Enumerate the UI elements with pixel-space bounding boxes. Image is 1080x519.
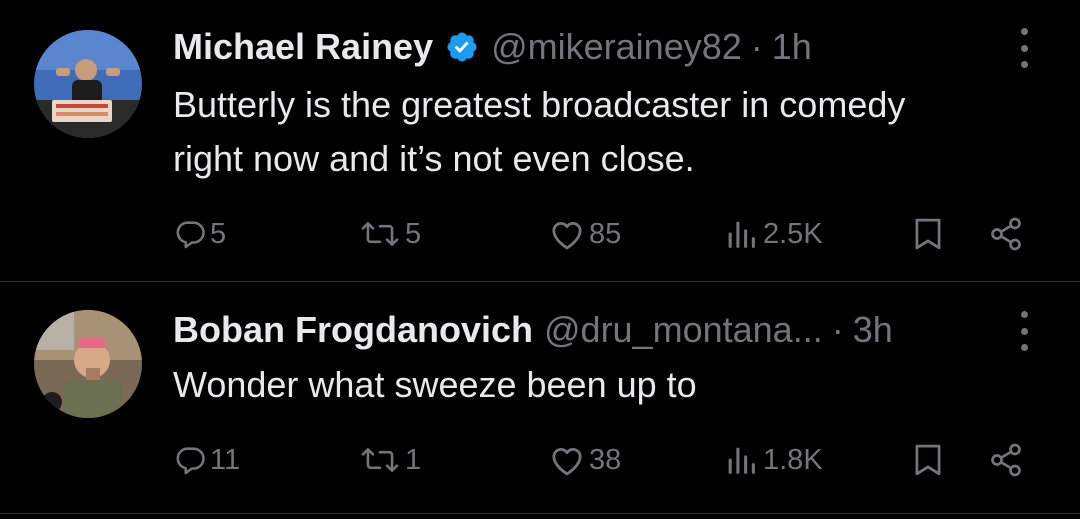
- avatar[interactable]: [34, 30, 142, 138]
- verified-badge-icon: [447, 32, 477, 62]
- views-count: 2.5K: [763, 217, 823, 250]
- avatar[interactable]: [34, 310, 142, 418]
- divider: [0, 513, 1080, 514]
- reply-button[interactable]: 5: [173, 214, 226, 254]
- like-count: 85: [589, 217, 622, 250]
- avatar-photo-icon: [34, 310, 142, 418]
- bookmark-button[interactable]: [911, 440, 945, 480]
- tweet-text-line: Wonder what sweeze been up to: [173, 364, 697, 405]
- author-name[interactable]: Michael Rainey: [173, 24, 433, 70]
- tweet-text: Butterly is the greatest broadcaster in …: [173, 78, 1053, 186]
- share-button[interactable]: [987, 440, 1025, 480]
- author-name[interactable]: Boban Frogdanovich: [173, 307, 533, 353]
- more-icon[interactable]: [1017, 311, 1031, 351]
- author-handle[interactable]: @mikerainey82: [491, 24, 742, 70]
- repost-count: 1: [405, 443, 422, 476]
- tweet-header: Michael Rainey @mikerainey82 · 1h: [173, 24, 812, 70]
- views-count: 1.8K: [763, 443, 823, 476]
- reply-count: 11: [210, 443, 241, 476]
- share-icon: [991, 443, 1021, 477]
- timestamp[interactable]: 1h: [772, 24, 812, 70]
- author-handle[interactable]: @dru_montana...: [544, 307, 823, 353]
- repost-count: 5: [405, 217, 422, 250]
- repost-icon: [361, 448, 399, 472]
- action-bar: 5 5 85 2.5K: [0, 214, 1080, 254]
- action-bar: 11 1 38 1.8K: [0, 440, 1080, 480]
- like-icon: [552, 222, 582, 250]
- tweet-text-line: right now and it’s not even close.: [173, 138, 695, 179]
- avatar-photo-icon: [34, 30, 142, 138]
- separator-dot: ·: [831, 309, 844, 350]
- like-icon: [552, 448, 582, 476]
- timestamp[interactable]: 3h: [853, 307, 893, 353]
- bookmark-icon: [915, 444, 941, 476]
- repost-button[interactable]: 5: [358, 214, 421, 254]
- share-button[interactable]: [987, 214, 1025, 254]
- repost-icon: [361, 222, 399, 246]
- like-button[interactable]: 85: [548, 214, 621, 254]
- views-icon: [728, 447, 755, 474]
- views-icon: [728, 221, 755, 248]
- tweet-text-line: Butterly is the greatest broadcaster in …: [173, 84, 906, 125]
- more-icon[interactable]: [1017, 28, 1031, 68]
- views-button[interactable]: 1.8K: [722, 440, 823, 480]
- tweet-header: Boban Frogdanovich @dru_montana... · 3h: [173, 307, 893, 353]
- separator-dot: ·: [750, 26, 763, 67]
- reply-icon: [176, 447, 205, 475]
- tweet[interactable]: Michael Rainey @mikerainey82 · 1h Butter…: [0, 0, 1080, 281]
- like-button[interactable]: 38: [548, 440, 621, 480]
- reply-button[interactable]: 11: [173, 440, 240, 480]
- bookmark-button[interactable]: [911, 214, 945, 254]
- repost-button[interactable]: 1: [358, 440, 421, 480]
- views-button[interactable]: 2.5K: [722, 214, 823, 254]
- bookmark-icon: [915, 218, 941, 250]
- tweet-text: Wonder what sweeze been up to: [173, 358, 1053, 412]
- reply-icon: [176, 221, 205, 249]
- tweet[interactable]: Boban Frogdanovich @dru_montana... · 3h …: [0, 282, 1080, 513]
- share-icon: [991, 217, 1021, 251]
- like-count: 38: [589, 443, 622, 476]
- reply-count: 5: [210, 217, 227, 250]
